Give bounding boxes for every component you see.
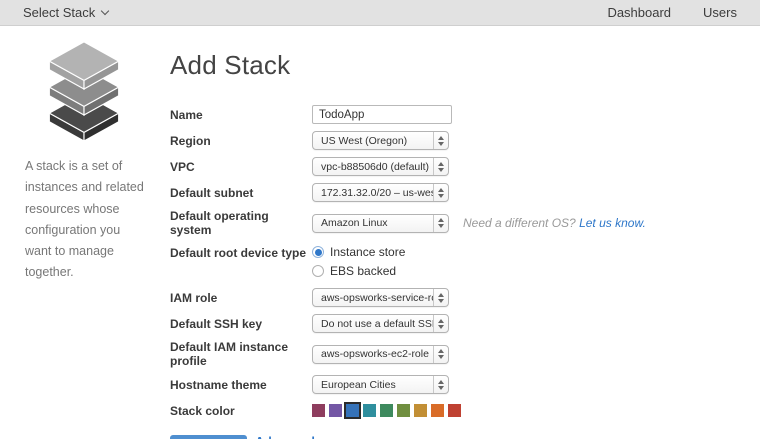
ebs-backed-option[interactable]: EBS backed <box>312 264 405 278</box>
stack-color-swatch[interactable] <box>431 404 444 417</box>
name-row: Name <box>170 105 738 124</box>
radio-selected-icon <box>312 246 324 258</box>
ebs-backed-label: EBS backed <box>330 264 397 278</box>
add-stack-form: Add Stack Name Region US West (Oregon) V… <box>168 26 760 439</box>
iam-role-label: IAM role <box>170 290 218 305</box>
sidebar: A stack is a set of instances and relate… <box>0 26 168 439</box>
os-hint: Need a different OS? Let us know. <box>463 216 646 230</box>
vpc-row: VPC vpc-b88506d0 (default) <box>170 157 738 176</box>
region-label: Region <box>170 133 211 148</box>
chevron-down-icon <box>101 6 110 16</box>
region-row: Region US West (Oregon) <box>170 131 738 150</box>
select-arrows-icon <box>433 345 448 363</box>
ssh-key-row: Default SSH key Do not use a default SSH… <box>170 314 738 333</box>
name-input[interactable] <box>312 105 452 124</box>
advanced-link[interactable]: Advanced » <box>255 435 325 439</box>
badge-row: NEW DEFAULT Advanced » <box>170 435 738 439</box>
stack-color-swatches <box>312 402 461 419</box>
nav-dashboard[interactable]: Dashboard <box>607 5 671 20</box>
stack-color-swatch[interactable] <box>363 404 376 417</box>
ssh-key-select[interactable]: Do not use a default SSH key <box>312 314 449 333</box>
stack-layers-icon <box>48 41 120 142</box>
select-arrows-icon <box>433 315 448 332</box>
new-default-badge: NEW DEFAULT <box>170 435 248 439</box>
ssh-key-label: Default SSH key <box>170 316 263 331</box>
name-label: Name <box>170 107 203 122</box>
vpc-select[interactable]: vpc-b88506d0 (default) <box>312 157 449 176</box>
select-arrows-icon <box>433 132 448 149</box>
os-hint-text: Need a different OS? <box>463 216 576 230</box>
root-device-row: Default root device type Instance store … <box>170 244 738 278</box>
instance-profile-row: Default IAM instance profile aws-opswork… <box>170 340 738 368</box>
select-arrows-icon <box>433 376 448 393</box>
select-arrows-icon <box>433 184 448 201</box>
hostname-theme-row: Hostname theme European Cities <box>170 375 738 394</box>
default-os-select[interactable]: Amazon Linux <box>312 213 449 233</box>
iam-role-row: IAM role aws-opsworks-service-role <box>170 288 738 307</box>
region-select-value: US West (Oregon) <box>321 134 408 147</box>
default-subnet-label: Default subnet <box>170 185 254 200</box>
stack-color-label: Stack color <box>170 403 235 418</box>
stack-color-swatch[interactable] <box>344 402 361 419</box>
default-subnet-select[interactable]: 172.31.32.0/20 – us-west-2a <box>312 183 449 202</box>
select-arrows-icon <box>433 158 448 175</box>
instance-profile-select[interactable]: aws-opsworks-ec2-role <box>312 344 449 364</box>
stack-color-swatch[interactable] <box>380 404 393 417</box>
hostname-theme-select-value: European Cities <box>321 378 396 391</box>
stack-color-swatch[interactable] <box>329 404 342 417</box>
default-os-select-value: Amazon Linux <box>321 217 388 229</box>
stack-color-swatch[interactable] <box>448 404 461 417</box>
default-subnet-row: Default subnet 172.31.32.0/20 – us-west-… <box>170 183 738 202</box>
default-os-label: Default operating system <box>170 209 269 237</box>
iam-role-select-value: aws-opsworks-service-role <box>321 291 433 304</box>
root-device-radio-group: Instance store EBS backed <box>312 244 405 278</box>
stack-color-swatch[interactable] <box>397 404 410 417</box>
vpc-label: VPC <box>170 159 195 174</box>
region-select[interactable]: US West (Oregon) <box>312 131 449 150</box>
select-arrows-icon <box>433 214 448 232</box>
instance-profile-label: Default IAM instance profile <box>170 340 289 368</box>
nav-users[interactable]: Users <box>703 5 737 20</box>
stack-color-row: Stack color <box>170 401 738 420</box>
stack-color-swatch[interactable] <box>414 404 427 417</box>
root-device-label: Default root device type <box>170 246 307 260</box>
select-stack-menu[interactable]: Select Stack <box>23 5 110 20</box>
hostname-theme-label: Hostname theme <box>170 377 267 392</box>
instance-store-option[interactable]: Instance store <box>312 245 405 259</box>
stack-description: A stack is a set of instances and relate… <box>25 159 144 280</box>
radio-unselected-icon <box>312 265 324 277</box>
opsworks-add-stack-page: Select Stack Dashboard Users A stack is … <box>0 0 760 439</box>
select-arrows-icon <box>433 289 448 306</box>
ssh-key-select-value: Do not use a default SSH key <box>321 317 433 330</box>
default-os-row: Default operating system Amazon Linux Ne… <box>170 209 738 237</box>
instance-store-label: Instance store <box>330 245 406 259</box>
page-title: Add Stack <box>170 50 291 80</box>
iam-role-select[interactable]: aws-opsworks-service-role <box>312 288 449 307</box>
default-subnet-select-value: 172.31.32.0/20 – us-west-2a <box>321 186 433 199</box>
instance-profile-select-value: aws-opsworks-ec2-role <box>321 348 429 360</box>
let-us-know-link[interactable]: Let us know. <box>579 216 646 230</box>
hostname-theme-select[interactable]: European Cities <box>312 375 449 394</box>
vpc-select-value: vpc-b88506d0 (default) <box>321 160 429 173</box>
select-stack-label: Select Stack <box>23 5 96 20</box>
stack-color-swatch[interactable] <box>312 404 325 417</box>
topbar-nav: Dashboard Users <box>607 5 737 20</box>
top-navigation-bar: Select Stack Dashboard Users <box>0 0 760 26</box>
